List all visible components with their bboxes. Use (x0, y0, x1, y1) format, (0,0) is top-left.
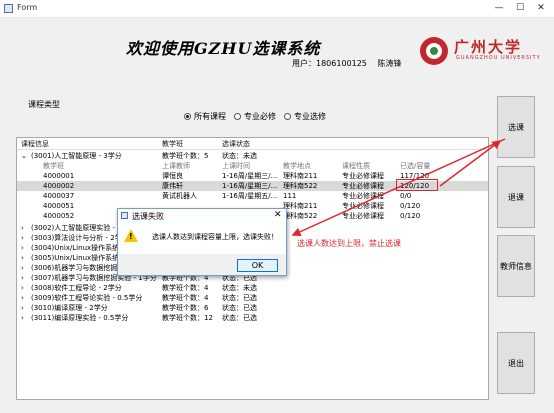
radio-icon[interactable] (284, 113, 291, 120)
tree-row-course[interactable]: › (3009)软件工程导论实验 - 0.5学分 教学班个数：4 状态：已选 (17, 293, 488, 303)
selection-failed-dialog: 选课失败 ✕ ! 选课人数达到课程容量上限，选课失败！ OK (117, 208, 287, 276)
tree-header: 课程信息 教学班 选课状态 (17, 139, 488, 149)
expand-icon: › (21, 284, 24, 292)
expand-icon: › (21, 274, 24, 282)
logo-name-cn: 广州大学 (454, 38, 523, 56)
column-course-info[interactable]: 课程信息 (21, 139, 49, 149)
capacity-highlight (396, 179, 438, 191)
user-id: 用户：1806100125 (292, 59, 367, 68)
expand-icon: › (21, 314, 24, 322)
close-button[interactable]: ✕ (528, 0, 554, 17)
expand-icon: › (21, 254, 24, 262)
course-type-radios: 所有课程 专业必修 专业选修 (184, 111, 326, 122)
logo-name-en: GUANGZHOU UNIVERSITY (456, 55, 541, 61)
expand-icon: › (21, 264, 24, 272)
radio-elective[interactable]: 专业选修 (284, 111, 326, 122)
expand-icon: › (21, 224, 24, 232)
user-name: 陈涛锋 (377, 59, 402, 68)
dialog-close-icon[interactable]: ✕ (274, 210, 282, 220)
withdraw-course-button[interactable]: 退课 (497, 166, 535, 228)
radio-icon[interactable] (234, 113, 241, 120)
expand-icon: › (21, 304, 24, 312)
dialog-app-icon (121, 212, 128, 219)
section-row[interactable]: 4000037 黄试机器人 1-16周/星期五/... 111 专业必修课程 0… (17, 191, 488, 201)
expand-icon: › (21, 244, 24, 252)
expand-icon: › (21, 294, 24, 302)
select-course-button[interactable]: 选课 (497, 96, 535, 158)
radio-all-courses[interactable]: 所有课程 (184, 111, 226, 122)
radio-required[interactable]: 专业必修 (234, 111, 276, 122)
exit-button[interactable]: 退出 (497, 332, 535, 394)
section-header-row: 教学班 上课教师 上课时间 教学地点 课程性质 已选/容量 (43, 162, 431, 170)
teacher-info-button[interactable]: 教师信息 (497, 235, 535, 297)
expand-icon: › (21, 234, 24, 242)
app-title: 欢迎使用GZHU选课系统 (126, 39, 321, 58)
collapse-icon[interactable]: ⌄ (21, 151, 27, 161)
ok-button[interactable]: OK (237, 259, 278, 272)
column-status[interactable]: 选课状态 (222, 139, 250, 149)
column-class[interactable]: 教学班 (162, 139, 183, 149)
dialog-title: 选课失败 (132, 212, 164, 221)
window-title: Form (17, 3, 38, 12)
dialog-message: 选课人数达到课程容量上限，选课失败！ (152, 233, 278, 241)
tree-row-course[interactable]: › (3008)软件工程导论 - 2学分 教学班个数：4 状态：未选 (17, 283, 488, 293)
app-icon (4, 4, 13, 13)
course-type-group: 课程类型 所有课程 专业必修 专业选修 (24, 99, 485, 131)
tree-row-course[interactable]: › (3011)编译原理实验 - 0.5学分 教学班个数：12 状态：已选 (17, 313, 488, 323)
tree-row-course[interactable]: ⌄ (3001)人工智能原理 - 3学分 教学班个数：5 状态：未选 (17, 151, 488, 161)
annotation-text: 选课人数达到上限，禁止选课 (297, 239, 401, 248)
tree-row-course[interactable]: › (3010)编译原理 - 2学分 教学班个数：6 状态：已选 (17, 303, 488, 313)
radio-selected-icon[interactable] (184, 113, 191, 120)
warning-icon-mark: ! (129, 232, 133, 241)
logo-emblem (420, 37, 448, 65)
user-info: 用户：1806100125 陈涛锋 (292, 58, 409, 69)
course-type-label: 课程类型 (28, 100, 60, 109)
university-logo: 广州大学 GUANGZHOU UNIVERSITY (420, 37, 550, 69)
title-bar: Form — ☐ ✕ (0, 0, 554, 18)
